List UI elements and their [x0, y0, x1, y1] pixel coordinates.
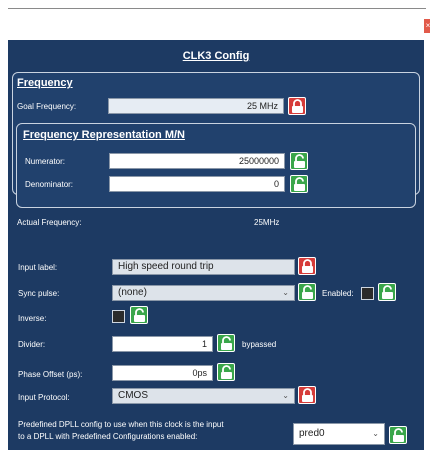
enabled-checkbox[interactable]: [361, 287, 374, 300]
chevron-down-icon: ⌄: [282, 288, 289, 297]
phase-offset-input[interactable]: 0ps: [112, 365, 213, 381]
sync-pulse-value: (none): [118, 287, 147, 298]
panel-title: CLK3 Config: [182, 50, 250, 62]
lock-open-icon[interactable]: [217, 334, 235, 352]
clk-config-panel: CLK3 Config Frequency Goal Frequency: 25…: [8, 40, 424, 450]
numerator-label: Numerator:: [25, 157, 66, 166]
input-protocol-select[interactable]: CMOS ⌄: [112, 388, 295, 404]
lock-open-icon[interactable]: [290, 175, 308, 193]
phase-offset-label: Phase Offset (ps):: [18, 370, 83, 379]
bypassed-label: bypassed: [242, 340, 277, 349]
lock-open-icon[interactable]: [217, 363, 235, 381]
predefined-config-label-line1: Predefined DPLL config to use when this …: [18, 420, 224, 429]
goal-frequency-label: Goal Frequency:: [17, 102, 77, 111]
input-protocol-label: Input Protocol:: [18, 393, 70, 402]
predefined-config-label-line2: to a DPLL with Predefined Configurations…: [18, 432, 198, 441]
actual-frequency-value: 25MHz: [254, 218, 280, 227]
lock-closed-icon[interactable]: [298, 257, 316, 275]
denominator-input[interactable]: 0: [109, 176, 285, 192]
inverse-label: Inverse:: [18, 314, 47, 323]
inverse-checkbox[interactable]: [112, 310, 125, 323]
top-divider: [8, 8, 426, 9]
divider-input[interactable]: 1: [112, 336, 213, 352]
sync-pulse-select[interactable]: (none) ⌄: [112, 285, 295, 301]
lock-open-icon[interactable]: [298, 283, 316, 301]
divider-label: Divider:: [18, 340, 46, 349]
denominator-label: Denominator:: [25, 180, 74, 189]
enabled-label: Enabled:: [322, 289, 354, 298]
lock-open-icon[interactable]: [130, 306, 148, 324]
lock-closed-icon[interactable]: [288, 97, 306, 115]
chevron-down-icon: ⌄: [282, 391, 289, 400]
lock-open-icon[interactable]: [378, 283, 396, 301]
predefined-config-value: pred0: [299, 428, 325, 439]
close-button[interactable]: ×: [424, 19, 430, 33]
lock-open-icon[interactable]: [389, 426, 407, 444]
frequency-section-title: Frequency: [17, 77, 73, 89]
input-protocol-value: CMOS: [118, 390, 148, 401]
frequency-representation-title: Frequency Representation M/N: [23, 129, 185, 141]
lock-open-icon[interactable]: [290, 152, 308, 170]
frequency-representation-section: Frequency Representation M/N Numerator: …: [16, 123, 416, 208]
goal-frequency-field[interactable]: 25 MHz: [108, 98, 284, 114]
lock-closed-icon[interactable]: [298, 386, 316, 404]
input-label-label: Input label:: [18, 263, 58, 272]
predefined-config-select[interactable]: pred0 ⌄: [293, 423, 385, 445]
numerator-input[interactable]: 25000000: [109, 153, 285, 169]
sync-pulse-label: Sync pulse:: [18, 289, 60, 298]
frequency-section: Frequency Goal Frequency: 25 MHz Frequen…: [12, 72, 420, 227]
chevron-down-icon: ⌄: [372, 429, 379, 438]
input-label-field[interactable]: High speed round trip: [112, 259, 295, 275]
actual-frequency-label: Actual Frequency:: [17, 218, 82, 227]
